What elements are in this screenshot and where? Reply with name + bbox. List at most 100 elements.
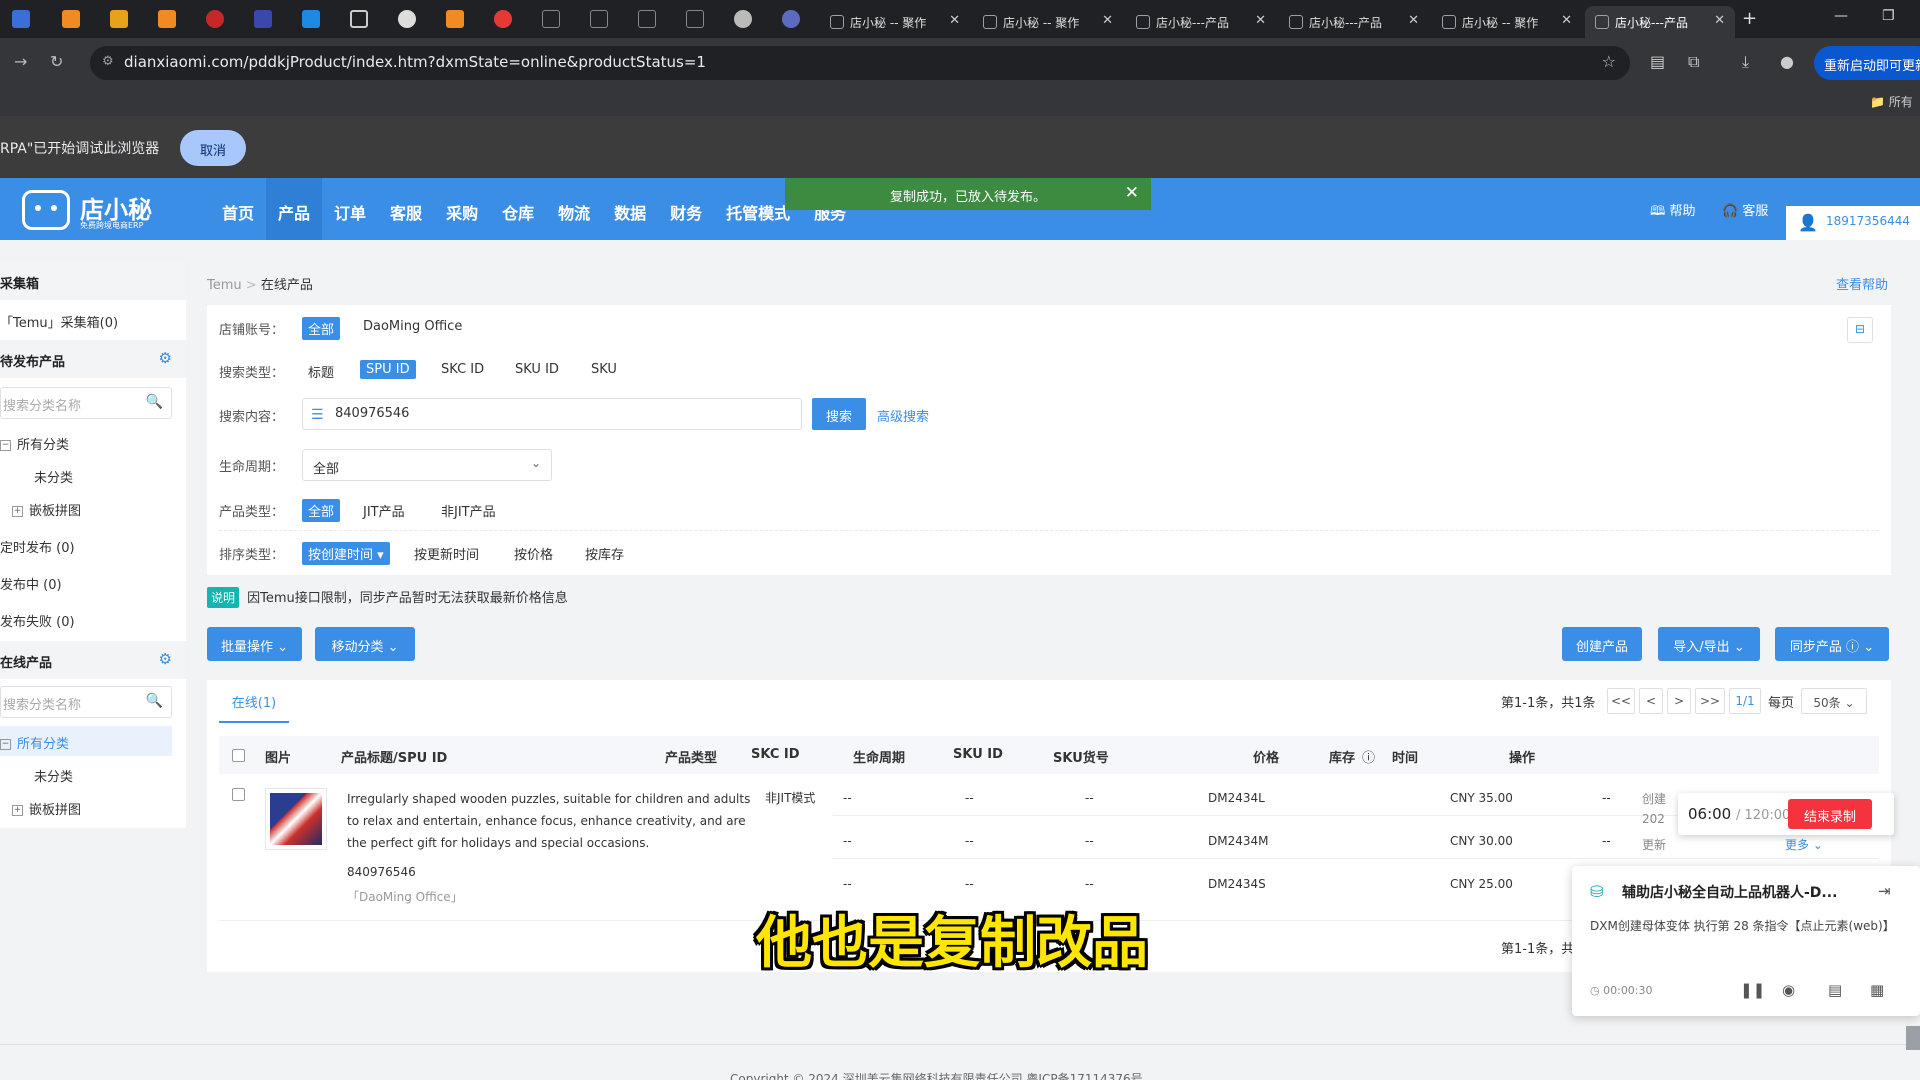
url-input[interactable]: ⚙ dianxiaomi.com/pddkjProduct/index.htm?… (90, 46, 1630, 80)
pinned-tab-icon[interactable] (734, 10, 752, 28)
nav-customer-service[interactable]: 客服 (378, 178, 434, 240)
list-icon[interactable]: ☰ (311, 407, 324, 423)
sidebar-section-pending[interactable]: 待发布产品 ⚙ (0, 340, 186, 378)
tree-uncategorized[interactable]: 未分类 (34, 467, 73, 486)
search-type-spu-id[interactable]: SPU ID (360, 360, 416, 379)
search-type-sku-id[interactable]: SKU ID (509, 360, 565, 379)
product-image[interactable] (265, 788, 327, 850)
nav-finance[interactable]: 财务 (658, 178, 714, 240)
browser-tab[interactable]: 店小秘 -- 聚作 ✕ (973, 6, 1123, 38)
collapse-icon[interactable]: − (0, 739, 11, 750)
forward-icon[interactable]: → (14, 52, 27, 71)
nav-logistics[interactable]: 物流 (546, 178, 602, 240)
close-icon[interactable]: ✕ (1561, 13, 1572, 28)
tree-puzzle[interactable]: + 嵌板拼图 (12, 500, 81, 519)
pinned-tab-icon[interactable] (110, 10, 128, 28)
sidebar-item-failed[interactable]: 发布失败 (0) (0, 611, 75, 630)
minimize-icon[interactable]: — (1834, 8, 1848, 24)
batch-operation-button[interactable]: 批量操作 ⌄ (207, 627, 302, 661)
browser-tab-active[interactable]: 店小秘---产品 ✕ (1585, 6, 1735, 38)
nav-order[interactable]: 订单 (322, 178, 378, 240)
site-info-icon[interactable]: ⚙ (102, 54, 114, 69)
pager-next-button[interactable]: > (1667, 688, 1691, 714)
product-type-all[interactable]: 全部 (302, 499, 341, 522)
shop-option-all[interactable]: 全部 (302, 317, 341, 340)
pinned-tab-icon[interactable] (590, 10, 608, 28)
nav-home[interactable]: 首页 (210, 178, 266, 240)
search-icon[interactable]: 🔍 (146, 394, 163, 410)
pinned-tab-icon[interactable] (350, 10, 368, 28)
expand-icon[interactable]: + (12, 805, 23, 816)
search-type-sku[interactable]: SKU (585, 360, 623, 379)
shop-option-daoming[interactable]: DaoMing Office (357, 317, 468, 336)
stop-recording-button[interactable]: 结束录制 (1788, 799, 1872, 829)
tree-all-categories[interactable]: − 所有分类 (0, 434, 69, 453)
more-actions-link[interactable]: 更多 ⌄ (1785, 836, 1823, 853)
cancel-debug-button[interactable]: 取消 (180, 130, 246, 166)
log-icon[interactable]: ▤ (1828, 981, 1842, 999)
pinned-tab-icon[interactable] (686, 10, 704, 28)
collapse-filter-icon[interactable]: ⊟ (1847, 317, 1873, 343)
pager-last-button[interactable]: >> (1695, 688, 1725, 714)
scroll-to-top-button[interactable] (1906, 1026, 1920, 1050)
nav-warehouse[interactable]: 仓库 (490, 178, 546, 240)
expand-icon[interactable]: + (12, 506, 23, 517)
pinned-tab-icon[interactable] (446, 10, 464, 28)
sync-product-button[interactable]: 同步产品 ⓘ ⌄ (1775, 627, 1889, 661)
pinned-tab-icon[interactable] (12, 10, 30, 28)
service-link[interactable]: 🎧 客服 (1722, 200, 1768, 219)
help-link[interactable]: 🕮 帮助 (1650, 200, 1695, 224)
download-icon[interactable]: ⤓ (1742, 52, 1749, 72)
row-checkbox[interactable] (232, 788, 245, 801)
tree-all-categories[interactable]: − 所有分类 (0, 733, 69, 752)
view-help-link[interactable]: 查看帮助 (1836, 274, 1888, 293)
puzzle-icon[interactable]: ⧉ (1688, 52, 1699, 72)
import-export-button[interactable]: 导入/导出 ⌄ (1658, 627, 1760, 661)
tab-online[interactable]: 在线(1) (219, 692, 289, 723)
logo[interactable]: 店小秘 免费跨境电商ERP (22, 188, 152, 232)
close-icon[interactable]: ✕ (1255, 13, 1266, 28)
close-icon[interactable]: ✕ (1408, 13, 1419, 28)
pinned-tab-icon[interactable] (494, 10, 512, 28)
restart-update-button[interactable]: 重新启动即可更新 (1814, 46, 1920, 80)
table-icon[interactable]: ▦ (1870, 981, 1884, 999)
reload-icon[interactable]: ↻ (50, 52, 63, 71)
nav-data[interactable]: 数据 (602, 178, 658, 240)
close-icon[interactable]: ✕ (1714, 13, 1725, 28)
product-type-jit[interactable]: JIT产品 (357, 499, 411, 522)
product-type-non-jit[interactable]: 非JIT产品 (435, 499, 502, 522)
extension-icon[interactable]: ▤ (1650, 52, 1665, 71)
search-type-skc-id[interactable]: SKC ID (435, 360, 490, 379)
select-all-checkbox[interactable] (232, 749, 245, 762)
sidebar-section-online[interactable]: 在线产品 ⚙ (0, 641, 186, 679)
pinned-tab-icon[interactable] (158, 10, 176, 28)
pinned-tab-icon[interactable] (206, 10, 224, 28)
close-icon[interactable]: ✕ (1102, 13, 1113, 28)
pinned-tab-icon[interactable] (62, 10, 80, 28)
search-content-input[interactable]: ☰ 840976546 (302, 398, 802, 430)
gear-icon[interactable]: ⚙ (159, 349, 172, 367)
search-button[interactable]: 搜索 (812, 398, 866, 430)
create-product-button[interactable]: 创建产品 (1562, 627, 1642, 661)
category-search-input[interactable]: 搜索分类名称 🔍 (0, 387, 172, 419)
pinned-tab-icon[interactable] (638, 10, 656, 28)
search-icon[interactable]: 🔍 (146, 693, 163, 709)
search-type-title[interactable]: 标题 (302, 360, 340, 383)
new-tab-icon[interactable]: + (1742, 8, 1757, 29)
close-icon[interactable]: ✕ (1125, 183, 1139, 203)
browser-tab[interactable]: 店小秘---产品 ✕ (1126, 6, 1276, 38)
tree-puzzle[interactable]: + 嵌板拼图 (12, 799, 81, 818)
sort-updated[interactable]: 按更新时间 (408, 542, 485, 565)
profile-icon[interactable]: ● (1780, 52, 1794, 71)
pinned-tab-icon[interactable] (398, 10, 416, 28)
lifecycle-select[interactable]: 全部 ⌄ (302, 449, 552, 481)
sidebar-item-publishing[interactable]: 发布中 (0) (0, 574, 62, 593)
sidebar-item-temu-collect[interactable]: 「Temu」采集箱(0) (0, 312, 118, 331)
browser-tab[interactable]: 店小秘 -- 聚作 ✕ (1432, 6, 1582, 38)
move-category-button[interactable]: 移动分类 ⌄ (315, 627, 415, 661)
gear-icon[interactable]: ⚙ (159, 650, 172, 668)
per-page-select[interactable]: 50条 ⌄ (1801, 688, 1867, 714)
sort-price[interactable]: 按价格 (508, 542, 559, 565)
stop-icon[interactable]: ◉ (1782, 981, 1795, 999)
pinned-tab-icon[interactable] (254, 10, 272, 28)
